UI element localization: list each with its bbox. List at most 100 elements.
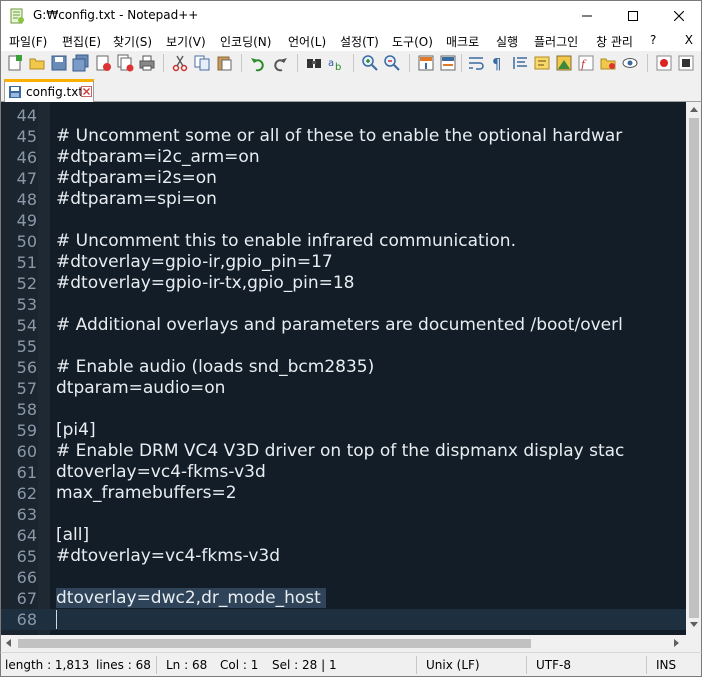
- line-number: 49: [16, 211, 37, 230]
- editor-line[interactable]: 55: [1, 336, 686, 357]
- record-macro-icon[interactable]: [655, 54, 673, 72]
- editor-line[interactable]: 54 # Additional overlays and parameters a…: [1, 315, 686, 336]
- horizontal-scrollbar[interactable]: [0, 635, 686, 652]
- line-number: 46: [16, 148, 37, 167]
- line-number: 54: [16, 316, 37, 335]
- zoom-in-icon[interactable]: [361, 54, 379, 72]
- toolbar-separator: [241, 54, 242, 72]
- minimize-button[interactable]: [564, 1, 610, 31]
- editor-line[interactable]: 61 dtoverlay=vc4-fkms-v3d: [1, 462, 686, 483]
- redo-icon[interactable]: [271, 54, 289, 72]
- scroll-up-arrow-icon[interactable]: [690, 106, 698, 112]
- editor-line[interactable]: 60 # Enable DRM VC4 V3D driver on top of …: [1, 441, 686, 462]
- editor-line[interactable]: 59 [pi4]: [1, 420, 686, 441]
- save-icon[interactable]: [50, 54, 68, 72]
- menu-macro[interactable]: 매크로: [446, 33, 479, 50]
- editor-line[interactable]: 56 # Enable audio (loads snd_bcm2835): [1, 357, 686, 378]
- editor-line[interactable]: 46 #dtparam=i2c_arm=on: [1, 147, 686, 168]
- editor-line[interactable]: 48 #dtparam=spi=on: [1, 189, 686, 210]
- scroll-down-arrow-icon[interactable]: [690, 622, 698, 628]
- editor-line[interactable]: 68: [1, 609, 686, 630]
- editor-line[interactable]: 57 dtparam=audio=on: [1, 378, 686, 399]
- menu-search[interactable]: 찾기(S): [113, 33, 152, 50]
- editor-line[interactable]: 53: [1, 294, 686, 315]
- menu-encoding[interactable]: 인코딩(N): [220, 33, 271, 50]
- code-line-text: #dtparam=i2s=on: [56, 168, 217, 188]
- menu-edit[interactable]: 편집(E): [62, 33, 101, 50]
- code-line-text: #dtoverlay=gpio-ir,gpio_pin=17: [56, 252, 333, 272]
- tab-close-icon[interactable]: [81, 86, 92, 97]
- editor-line[interactable]: 49: [1, 210, 686, 231]
- line-number: 53: [16, 295, 37, 314]
- editor-line[interactable]: 67 dtoverlay=dwc2,dr_mode_host: [1, 588, 686, 609]
- horizontal-scroll-thumb[interactable]: [18, 639, 531, 648]
- new-file-icon[interactable]: [6, 54, 24, 72]
- editor-line[interactable]: 51 #dtoverlay=gpio-ir,gpio_pin=17: [1, 252, 686, 273]
- undo-icon[interactable]: [249, 54, 267, 72]
- editor-line[interactable]: 65 #dtoverlay=vc4-fkms-v3d: [1, 546, 686, 567]
- code-line-text: # Enable DRM VC4 V3D driver on top of th…: [56, 441, 625, 461]
- open-file-icon[interactable]: [28, 54, 46, 72]
- vertical-scroll-thumb[interactable]: [689, 118, 699, 618]
- menu-window[interactable]: 창 관리: [596, 33, 633, 50]
- save-all-icon[interactable]: [72, 54, 90, 72]
- window-title: G:₩config.txt - Notepad++: [33, 8, 199, 22]
- menu-tools[interactable]: 도구(O): [392, 33, 433, 50]
- word-wrap-icon[interactable]: [467, 54, 485, 72]
- editor-line[interactable]: 66: [1, 567, 686, 588]
- line-number: 50: [16, 232, 37, 251]
- close-file-icon[interactable]: [94, 54, 112, 72]
- toolbar-separator: [163, 54, 164, 72]
- editor-line[interactable]: 58: [1, 399, 686, 420]
- menu-view[interactable]: 보기(V): [166, 33, 206, 50]
- scroll-left-arrow-icon[interactable]: [5, 639, 11, 647]
- menu-file[interactable]: 파일(F): [9, 33, 47, 50]
- status-eol-format[interactable]: Unix (LF): [426, 658, 480, 672]
- status-encoding[interactable]: UTF-8: [536, 658, 571, 672]
- editor-line[interactable]: 62 max_framebuffers=2: [1, 483, 686, 504]
- show-all-characters-icon[interactable]: ¶: [489, 54, 507, 72]
- editor-line[interactable]: 52 #dtoverlay=gpio-ir-tx,gpio_pin=18: [1, 273, 686, 294]
- paste-icon[interactable]: [215, 54, 233, 72]
- menu-settings[interactable]: 설정(T): [340, 33, 379, 50]
- editor-line[interactable]: 44: [1, 105, 686, 126]
- editor-line[interactable]: 45 # Uncomment some or all of these to en…: [1, 126, 686, 147]
- line-number: 60: [16, 442, 37, 461]
- close-all-icon[interactable]: [116, 54, 134, 72]
- find-icon[interactable]: [305, 54, 323, 72]
- menu-plugins[interactable]: 플러그인: [534, 33, 578, 50]
- menu-help[interactable]: ?: [650, 33, 656, 47]
- editor-line[interactable]: 50 # Uncomment this to enable infrared co…: [1, 231, 686, 252]
- menu-run[interactable]: 실행: [496, 33, 518, 50]
- replace-icon[interactable]: ab: [327, 54, 345, 72]
- vertical-scrollbar[interactable]: [686, 102, 702, 635]
- line-number: 44: [16, 106, 37, 125]
- define-language-icon[interactable]: [533, 54, 551, 72]
- line-number: 61: [16, 463, 37, 482]
- function-list-icon[interactable]: f: [577, 54, 595, 72]
- scroll-right-arrow-icon[interactable]: [674, 639, 680, 647]
- monitoring-eye-icon[interactable]: [621, 54, 639, 72]
- stop-recording-icon[interactable]: [677, 54, 695, 72]
- status-selection: Sel : 28 | 1: [272, 658, 337, 672]
- line-number: 64: [16, 526, 37, 545]
- zoom-out-icon[interactable]: [383, 54, 401, 72]
- editor-line[interactable]: 63: [1, 504, 686, 525]
- editor-line[interactable]: 64 [all]: [1, 525, 686, 546]
- folder-workspace-icon[interactable]: [599, 54, 617, 72]
- maximize-button[interactable]: [610, 1, 656, 31]
- print-icon[interactable]: [138, 54, 156, 72]
- menu-language[interactable]: 언어(L): [288, 33, 326, 50]
- code-editor[interactable]: 44 45 # Uncomment some or all of these to …: [0, 102, 686, 635]
- cut-icon[interactable]: [171, 54, 189, 72]
- sync-vertical-icon[interactable]: [417, 54, 435, 72]
- status-insert-mode[interactable]: INS: [656, 658, 676, 672]
- indent-guide-icon[interactable]: [511, 54, 529, 72]
- document-map-icon[interactable]: [555, 54, 573, 72]
- copy-icon[interactable]: [193, 54, 211, 72]
- editor-line[interactable]: 47 #dtparam=i2s=on: [1, 168, 686, 189]
- tab-config-txt[interactable]: config.txt: [4, 79, 94, 102]
- menu-close-document-button[interactable]: X: [685, 33, 693, 47]
- sync-horizontal-icon[interactable]: [439, 54, 457, 72]
- close-button[interactable]: [656, 1, 702, 31]
